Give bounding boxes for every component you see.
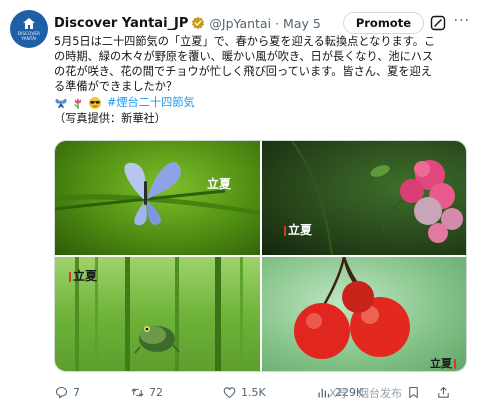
tulip-emoji-icon: [74, 97, 81, 109]
avatar-text-line2: YANTAI: [21, 36, 37, 41]
watermark-text: X号 · 烟台发布: [329, 387, 403, 400]
tile-caption: 立夏: [430, 355, 458, 371]
emoji-hashtag-line: #煙台二十四節気: [54, 94, 474, 111]
caption-accent-bar: [284, 225, 286, 236]
tile-caption-text: 立夏: [288, 223, 313, 237]
like-icon: [223, 386, 236, 398]
butterfly-illustration: [55, 162, 260, 226]
action-bar: 7 72 1.5K 229K: [54, 382, 474, 402]
post-date[interactable]: May 5: [283, 16, 321, 31]
hashtag-link[interactable]: #煙台二十四節気: [107, 95, 195, 110]
like-button[interactable]: 1.5K: [222, 385, 266, 400]
repost-icon: [131, 387, 144, 397]
post-text-line: の花が咲き、花の間でチョウが忙しく飛び回っています。皆さん、夏を迎え: [54, 65, 432, 78]
repost-count: 72: [149, 385, 163, 399]
post-text-line: の時期、緑の木々が野原を覆い、暖かい風が吹き、日が長くなり、池にハス: [54, 50, 434, 63]
photo-frog[interactable]: 立夏: [55, 257, 260, 371]
sunglasses-emoji-icon: [89, 96, 101, 109]
display-name[interactable]: Discover Yantai_JP: [54, 16, 188, 31]
media-grid: 立夏 立夏 立夏 立夏: [54, 140, 467, 372]
grok-icon[interactable]: [430, 15, 446, 31]
post-text: 5月5日は二十四節気の「立夏」で、春から夏を迎える転換点となります。こ の時期、…: [54, 34, 474, 126]
caption-accent-bar: [69, 271, 71, 282]
photo-butterfly[interactable]: 立夏: [55, 141, 260, 255]
bookmark-icon: [409, 386, 418, 398]
tile-caption: 立夏: [69, 267, 97, 284]
user-handle[interactable]: @JpYantai: [209, 16, 271, 31]
photo-credit: （写真提供：新華社）: [54, 112, 166, 125]
butterfly-emoji-icon: [55, 98, 67, 108]
avatar[interactable]: DISCOVER YANTAI: [10, 10, 48, 48]
share-button[interactable]: [436, 385, 455, 400]
verified-badge-icon[interactable]: [191, 16, 205, 30]
repost-button[interactable]: 72: [130, 385, 163, 400]
photo-cherries[interactable]: 立夏: [262, 257, 466, 371]
tile-caption-text: 立夏: [430, 357, 452, 370]
tile-caption-text: 立夏: [73, 269, 98, 283]
reply-icon: [55, 386, 68, 398]
bookmark-button[interactable]: [406, 385, 425, 400]
post-text-line: る準備ができましたか？: [54, 80, 178, 93]
caption-accent-bar: [454, 359, 456, 369]
post-text-line: 5月5日は二十四節気の「立夏」で、春から夏を迎える転換点となります。こ: [54, 35, 436, 48]
tile-caption: 立夏: [207, 177, 232, 191]
like-count: 1.5K: [241, 385, 266, 399]
avatar-logo-icon: [23, 18, 35, 29]
tile-caption: 立夏: [284, 221, 312, 238]
post-header: Discover Yantai_JP @JpYantai · May 5 Pro…: [54, 12, 472, 34]
share-icon: [438, 386, 449, 398]
photo-roses[interactable]: 立夏: [262, 141, 466, 255]
reply-button[interactable]: 7: [54, 385, 80, 400]
promote-button[interactable]: Promote: [342, 12, 424, 34]
more-options-icon[interactable]: ···: [454, 13, 470, 29]
date-separator: ·: [275, 15, 280, 31]
reply-count: 7: [73, 385, 80, 399]
